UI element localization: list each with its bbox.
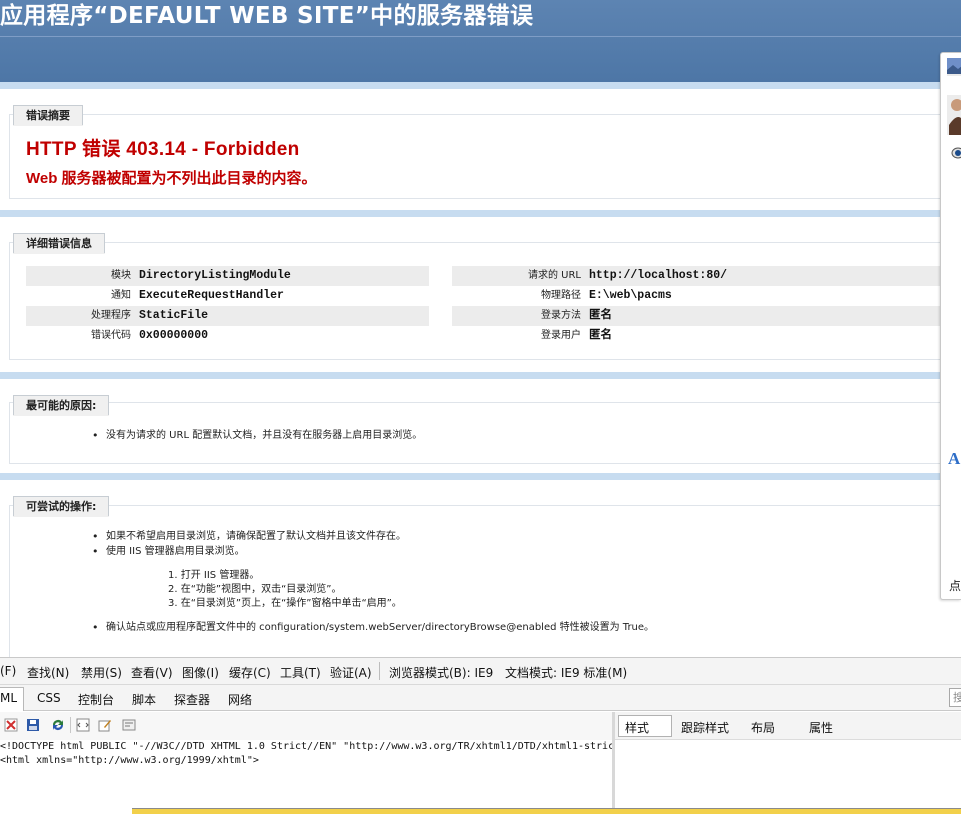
error-content: 错误摘要 HTTP 错误 403.14 - Forbidden Web 服务器被… [0, 82, 940, 657]
causes-tab: 最可能的原因: [13, 395, 110, 416]
landscape-thumbnail-icon[interactable] [947, 56, 961, 78]
word-wrap-icon[interactable] [122, 718, 136, 732]
devtools-tab-bar: ML CSS 控制台 脚本 探查器 网络 搜 [0, 685, 961, 711]
detail-label: 通知 [111, 290, 131, 301]
list-item: 确认站点或应用程序配置文件中的 configuration/system.web… [92, 620, 654, 635]
style-tab-bar: 样式 跟踪样式 布局 属性 [615, 712, 961, 740]
detail-row: 通知 ExecuteRequestHandler [26, 286, 429, 306]
html-toolbar [0, 712, 612, 740]
menu-separator [379, 662, 380, 680]
detail-value: ExecuteRequestHandler [139, 289, 284, 302]
menu-file[interactable]: (F) [0, 664, 16, 678]
code-line[interactable]: <html xmlns="http://www.w3.org/1999/xhtm… [0, 754, 612, 768]
detail-label: 物理路径 [541, 290, 581, 301]
detail-label: 登录方法 [541, 310, 581, 321]
menu-cache[interactable]: 缓存(C) [229, 664, 271, 681]
list-item: 3. 在“目录浏览”页上，在“操作”窗格中单击“启用”。 [168, 598, 402, 609]
detail-row: 错误代码 0x00000000 [26, 326, 429, 346]
actions-list-last: 确认站点或应用程序配置文件中的 configuration/system.web… [92, 620, 654, 635]
notification-bar [132, 808, 961, 814]
menu-document-mode[interactable]: 文档模式: IE9 标准(M) [505, 664, 627, 681]
code-line[interactable]: <!DOCTYPE html PUBLIC "-//W3C//DTD XHTML… [0, 740, 612, 754]
detail-label: 模块 [111, 270, 131, 281]
detail-label: 请求的 URL [527, 270, 581, 281]
header-divider [0, 36, 961, 37]
section-strip [0, 210, 940, 217]
menu-view[interactable]: 查看(V) [131, 664, 173, 681]
tab-html[interactable]: ML [0, 691, 17, 705]
list-item: 1. 打开 IIS 管理器。 [168, 570, 260, 581]
menu-disable[interactable]: 禁用(S) [81, 664, 122, 681]
detail-row: 物理路径 E:\web\pacms [452, 286, 940, 306]
summary-tab: 错误摘要 [13, 105, 83, 126]
section-strip [0, 473, 940, 480]
page-header: 应用程序“DEFAULT WEB SITE”中的服务器错误 [0, 0, 961, 82]
edit-icon[interactable] [98, 718, 112, 732]
html-source-view[interactable]: <!DOCTYPE html PUBLIC "-//W3C//DTD XHTML… [0, 740, 612, 814]
page-title: 应用程序“DEFAULT WEB SITE”中的服务器错误 [0, 3, 534, 29]
details-tab: 详细错误信息 [13, 233, 105, 254]
detail-row: 请求的 URL http://localhost:80/ [452, 266, 940, 286]
section-strip [0, 82, 940, 89]
clear-icon[interactable] [4, 718, 18, 732]
detail-value: http://localhost:80/ [589, 269, 728, 282]
error-subtitle: Web 服务器被配置为不列出此目录的内容。 [26, 170, 317, 187]
style-pane [615, 740, 961, 814]
floating-side-widget[interactable]: A 点 [940, 52, 961, 600]
detail-value: 匿名 [589, 329, 612, 342]
menu-find[interactable]: 查找(N) [27, 664, 69, 681]
detail-row: 模块 DirectoryListingModule [26, 266, 429, 286]
detail-value: DirectoryListingModule [139, 269, 291, 282]
menu-images[interactable]: 图像(I) [182, 664, 219, 681]
tab-css[interactable]: CSS [37, 691, 61, 705]
actions-tab: 可尝试的操作: [13, 496, 110, 517]
detail-label: 错误代码 [91, 330, 131, 341]
tab-profiler[interactable]: 探查器 [174, 691, 210, 708]
menu-browser-mode[interactable]: 浏览器模式(B): IE9 [389, 664, 493, 681]
tab-network[interactable]: 网络 [228, 691, 252, 708]
detail-label: 处理程序 [91, 310, 131, 321]
tab-attributes[interactable]: 属性 [809, 719, 833, 736]
tab-script[interactable]: 脚本 [132, 691, 156, 708]
details-right-table: 请求的 URL http://localhost:80/ 物理路径 E:\web\p… [452, 266, 940, 346]
search-input[interactable]: 搜 [949, 688, 961, 707]
section-strip [0, 372, 940, 379]
list-item: 使用 IIS 管理器启用目录浏览。 [92, 544, 406, 559]
detail-row: 登录方法 匿名 [452, 306, 940, 326]
side-letter-a[interactable]: A [948, 449, 960, 469]
detail-value: StaticFile [139, 309, 209, 322]
tab-console[interactable]: 控制台 [78, 691, 114, 708]
tab-trace-styles[interactable]: 跟踪样式 [681, 719, 729, 736]
error-title: HTTP 错误 403.14 - Forbidden [26, 139, 300, 160]
detail-row: 处理程序 StaticFile [26, 306, 429, 326]
tab-layout[interactable]: 布局 [751, 719, 775, 736]
list-item: 没有为请求的 URL 配置默认文档，并且没有在服务器上启用目录浏览。 [92, 428, 422, 443]
refresh-icon[interactable] [51, 718, 65, 732]
actions-steps: 1. 打开 IIS 管理器。 2. 在“功能”视图中，双击“目录浏览”。 3. … [168, 569, 402, 611]
detail-label: 登录用户 [541, 330, 581, 341]
detail-value: E:\web\pacms [589, 289, 672, 302]
detail-value: 0x00000000 [139, 329, 209, 342]
tab-style[interactable]: 样式 [625, 719, 649, 736]
devtools-menu-bar: (F) 查找(N) 禁用(S) 查看(V) 图像(I) 缓存(C) 工具(T) … [0, 657, 961, 685]
list-item: 如果不希望启用目录浏览，请确保配置了默认文档并且该文件存在。 [92, 529, 406, 544]
side-char[interactable]: 点 [949, 577, 961, 594]
eye-icon[interactable] [949, 145, 961, 161]
detail-row: 登录用户 匿名 [452, 326, 940, 346]
toolbar-separator [70, 717, 71, 733]
list-item: 2. 在“功能”视图中，双击“目录浏览”。 [168, 584, 342, 595]
dom-icon[interactable] [76, 718, 90, 732]
save-icon[interactable] [26, 718, 40, 732]
menu-tools[interactable]: 工具(T) [280, 664, 321, 681]
detail-value: 匿名 [589, 309, 612, 322]
details-left-table: 模块 DirectoryListingModule 通知 ExecuteReques… [26, 266, 429, 346]
menu-validate[interactable]: 验证(A) [330, 664, 372, 681]
actions-list: 如果不希望启用目录浏览，请确保配置了默认文档并且该文件存在。 使用 IIS 管理… [92, 529, 406, 559]
causes-list: 没有为请求的 URL 配置默认文档，并且没有在服务器上启用目录浏览。 [92, 428, 422, 443]
avatar[interactable] [947, 95, 961, 135]
